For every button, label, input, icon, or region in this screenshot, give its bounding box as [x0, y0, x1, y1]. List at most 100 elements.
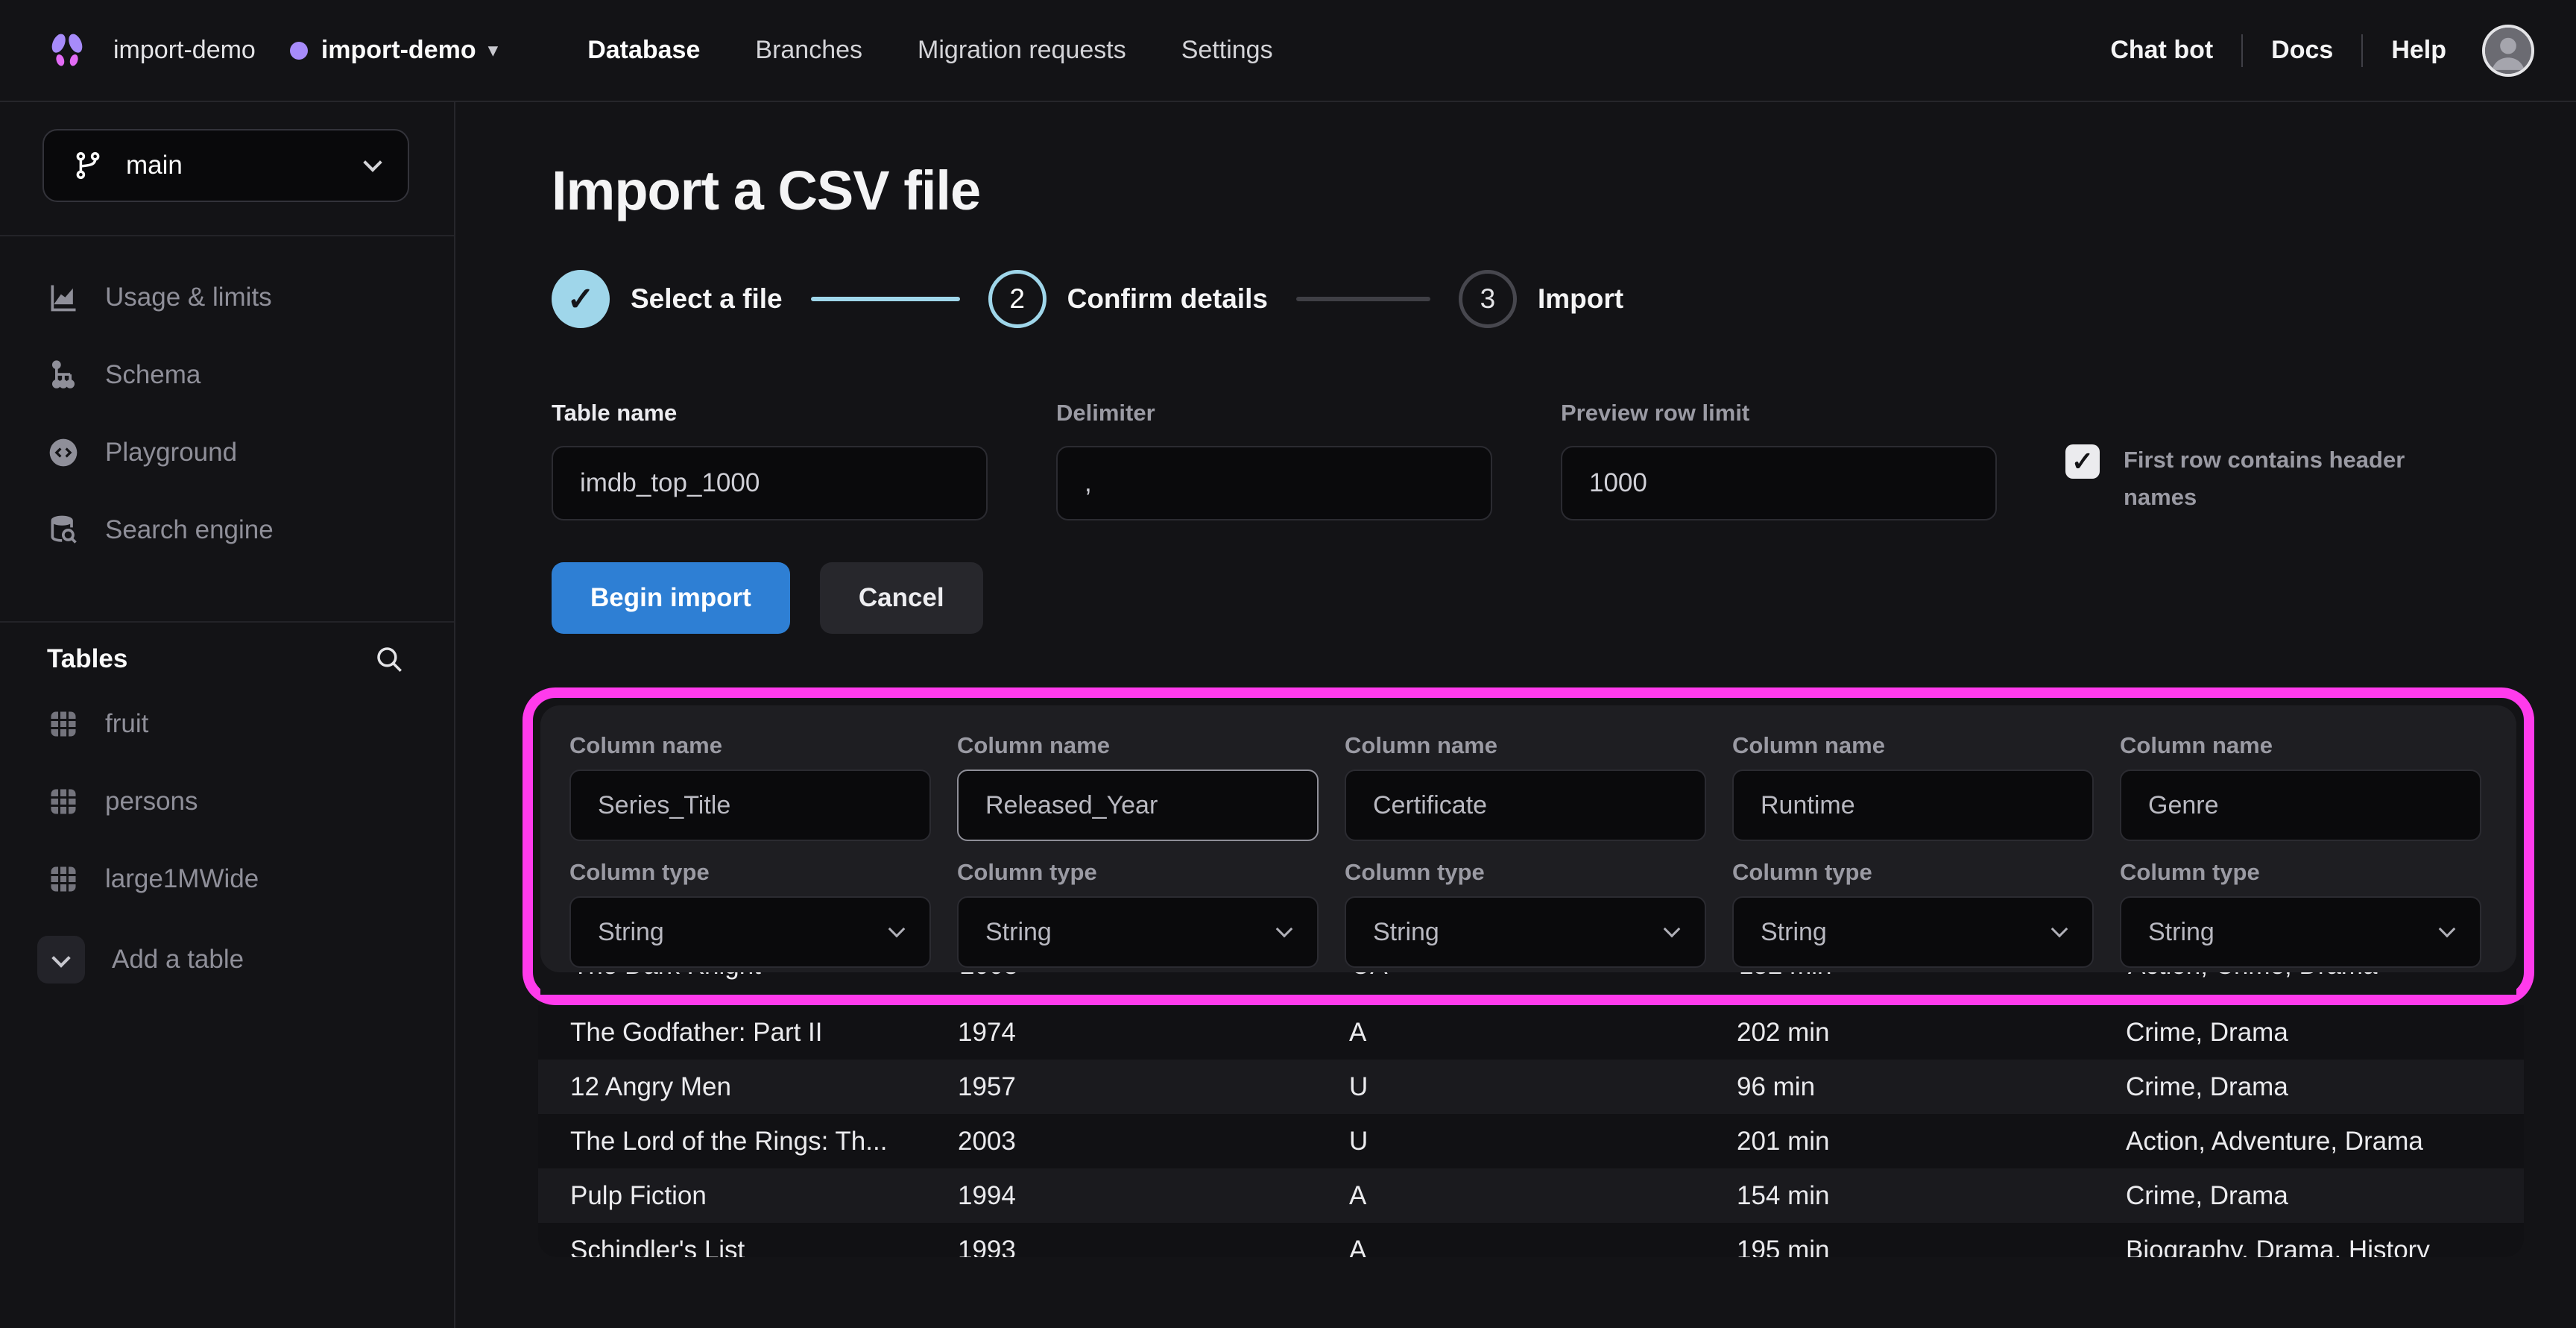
begin-import-button[interactable]: Begin import [552, 562, 790, 634]
branch-name: main [126, 151, 183, 180]
column-name-input-series-title[interactable] [569, 770, 931, 841]
cell-genre: Crime, Drama [2126, 1072, 2524, 1102]
top-bar: import-demo import-demo ▾ Database Branc… [0, 0, 2576, 102]
table-name: large1MWide [105, 864, 259, 894]
sidebar-item-schema[interactable]: Schema [0, 336, 454, 414]
csv-preview-table: The Godfather: Part II 1974 A 202 min Cr… [538, 1005, 2524, 1257]
sidebar-table-fruit[interactable]: fruit [0, 685, 454, 763]
sidebar-item-search-engine[interactable]: Search engine [0, 491, 454, 569]
tab-migration-requests[interactable]: Migration requests [918, 36, 1126, 65]
top-right-links: Chat bot Docs Help [2110, 25, 2534, 77]
preview-row-limit-input[interactable] [1561, 446, 1997, 520]
git-branch-icon [72, 150, 104, 181]
cell-certificate: U [1349, 1127, 1737, 1157]
table-name: fruit [105, 709, 148, 739]
column-name-label: Column name [957, 732, 1319, 759]
add-table-label: Add a table [112, 945, 244, 975]
schema-icon [47, 359, 80, 391]
column-type-runtime: Column type String [1732, 859, 2094, 968]
tab-branches[interactable]: Branches [755, 36, 862, 65]
action-buttons: Begin import Cancel [552, 562, 2576, 634]
cell-runtime: 154 min [1737, 1181, 2126, 1211]
cell-certificate: UA [1351, 972, 1739, 981]
column-name-input-runtime[interactable] [1732, 770, 2094, 841]
sidebar-item-usage-limits[interactable]: Usage & limits [0, 259, 454, 336]
cell-series-title: The Lord of the Rings: Th... [570, 1127, 958, 1157]
step-1-complete-check-icon: ✓ [552, 270, 610, 328]
docs-link[interactable]: Docs [2271, 36, 2333, 65]
column-type-select-series-title[interactable]: String [569, 896, 931, 968]
cell-certificate: A [1349, 1018, 1737, 1048]
column-name-input-genre[interactable] [2120, 770, 2481, 841]
column-type-select-runtime[interactable]: String [1732, 896, 2094, 968]
cell-released-year: 2003 [958, 1127, 1349, 1157]
sidebar-table-large1mwide[interactable]: large1MWide [0, 840, 454, 918]
database-caret-icon[interactable]: ▾ [488, 39, 499, 62]
tables-header: Tables [0, 623, 454, 685]
column-type-select-genre[interactable]: String [2120, 896, 2481, 968]
help-link[interactable]: Help [2391, 36, 2446, 65]
column-name-row: Column name Column name Column name Colu… [569, 732, 2516, 841]
sidebar-table-persons[interactable]: persons [0, 763, 454, 840]
add-a-table-button[interactable]: Add a table [0, 918, 454, 1001]
column-config-released-year: Column name [957, 732, 1319, 841]
cell-released-year: 1994 [958, 1181, 1349, 1211]
chat-bot-link[interactable]: Chat bot [2110, 36, 2213, 65]
column-type-row: Column type String Column type String [569, 859, 2516, 968]
workspace-name[interactable]: import-demo [113, 36, 256, 65]
tab-settings[interactable]: Settings [1181, 36, 1273, 65]
branch-selector[interactable]: main [42, 129, 409, 202]
table-name: persons [105, 787, 198, 816]
xata-logo-icon[interactable] [48, 33, 86, 69]
cell-series-title: Schindler's List [570, 1236, 958, 1258]
column-config-runtime: Column name [1732, 732, 2094, 841]
column-config-certificate: Column name [1345, 732, 1706, 841]
column-type-select-certificate[interactable]: String [1345, 896, 1706, 968]
chevron-down-box-icon[interactable] [37, 936, 85, 984]
preview-row-limit-label: Preview row limit [1561, 400, 1997, 427]
sidebar-nav: Usage & limits Schema Playground [0, 236, 454, 588]
column-name-label: Column name [569, 732, 931, 759]
tab-database[interactable]: Database [587, 36, 700, 65]
column-config-genre: Column name [2120, 732, 2481, 841]
column-name-input-certificate[interactable] [1345, 770, 1706, 841]
column-name-input-released-year[interactable] [957, 770, 1319, 841]
column-type-released-year: Column type String [957, 859, 1319, 968]
sidebar-item-playground[interactable]: Playground [0, 414, 454, 491]
table-row: The Godfather: Part II 1974 A 202 min Cr… [538, 1005, 2524, 1060]
column-type-label: Column type [2120, 859, 2481, 886]
highlight-annotation: Column name Column name Column name Colu… [523, 687, 2534, 1005]
header-row-checkbox-label[interactable]: First row contains header names [2124, 441, 2444, 520]
header-row-checkbox[interactable]: ✓ [2065, 444, 2100, 479]
chevron-down-icon [888, 921, 906, 938]
cell-released-year: 2008 [960, 972, 1351, 981]
cell-certificate: A [1349, 1181, 1737, 1211]
divider [2241, 34, 2243, 67]
cell-runtime: 96 min [1737, 1072, 2126, 1102]
cancel-button[interactable]: Cancel [820, 562, 983, 634]
step-2-number: 2 [988, 270, 1046, 328]
step-connector-active [811, 297, 960, 301]
sidebar-item-label: Playground [105, 438, 237, 468]
table-name-input[interactable] [552, 446, 988, 520]
header-row-checkbox-field: ✓ First row contains header names [2065, 400, 2444, 520]
cell-runtime: 195 min [1737, 1236, 2126, 1258]
playground-code-icon [47, 436, 80, 469]
clipped-preview-row: The Dark Knight 2008 UA 152 min Action, … [540, 972, 2516, 995]
search-icon[interactable] [373, 643, 405, 675]
column-type-select-released-year[interactable]: String [957, 896, 1319, 968]
user-avatar[interactable] [2482, 25, 2534, 77]
cell-series-title: Pulp Fiction [570, 1181, 958, 1211]
sidebar-item-label: Schema [105, 360, 201, 390]
selected-type: String [1373, 918, 1439, 947]
column-type-certificate: Column type String [1345, 859, 1706, 968]
table-row: Pulp Fiction 1994 A 154 min Crime, Drama [538, 1168, 2524, 1223]
sidebar-item-label: Usage & limits [105, 283, 272, 312]
column-name-label: Column name [1732, 732, 2094, 759]
delimiter-input[interactable] [1056, 446, 1492, 520]
table-row: Schindler's List 1993 A 195 min Biograph… [538, 1223, 2524, 1257]
sidebar: main Usage & limits Schema [0, 102, 455, 1328]
table-icon [47, 785, 80, 818]
database-name[interactable]: import-demo [321, 36, 476, 65]
cell-series-title: The Godfather: Part II [570, 1018, 958, 1048]
